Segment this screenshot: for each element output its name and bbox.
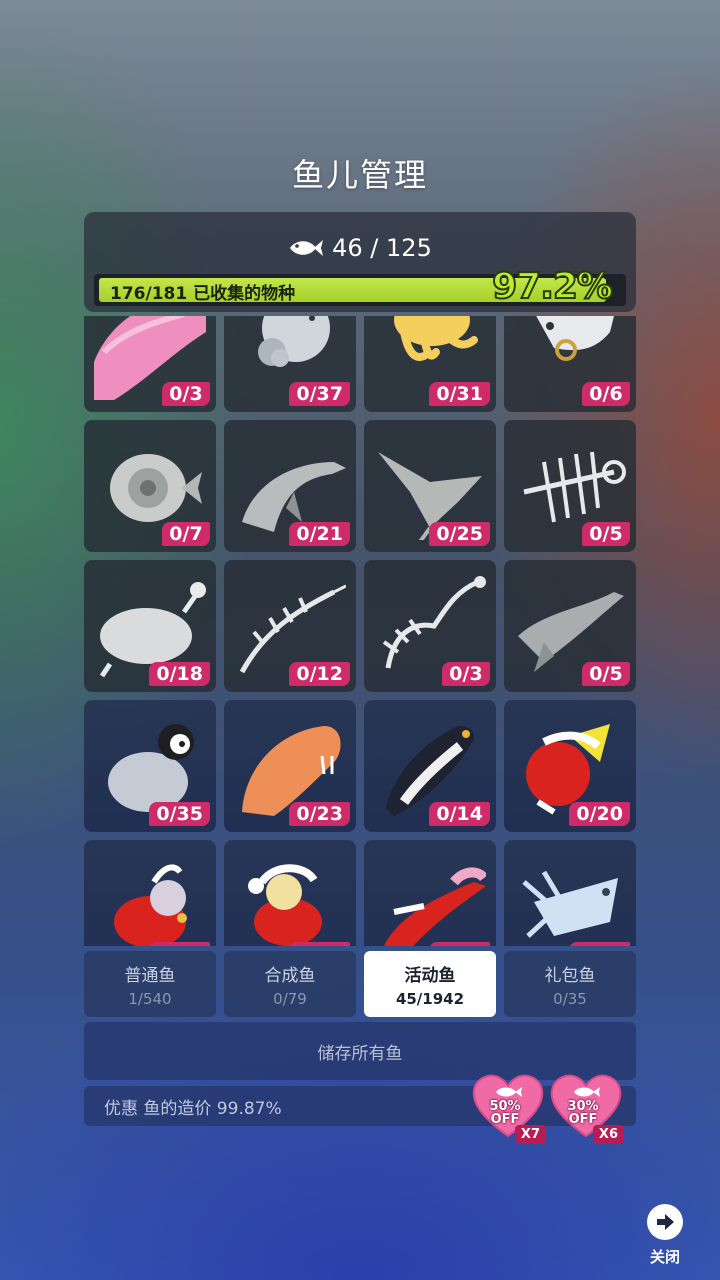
fish-grid-scroll[interactable]: 0/3 0/37 0/31 0/6 0/7 0/21 0/25 0/5 0/18 0/12 0/3 0…	[84, 316, 636, 946]
fish-count-badge: 0/21	[289, 522, 350, 546]
fish-card-dolphin[interactable]: 0/21	[224, 420, 356, 552]
fish-count-badge: 0/6	[582, 382, 630, 406]
fish-count-badge: 0/7	[162, 522, 210, 546]
fish-count-badge: 0/20	[569, 802, 630, 826]
santa-goldfish-image	[248, 864, 322, 946]
fish-count-badge: 0/5	[582, 662, 630, 686]
fish-card-ichthyosaur-skeleton[interactable]: 0/12	[224, 560, 356, 692]
fish-icon	[290, 240, 324, 256]
tab-count: 0/35	[553, 989, 587, 1008]
fish-card-santa-anglerfish[interactable]: 0/35	[84, 840, 216, 946]
tab-label: 普通鱼	[124, 965, 176, 986]
close-button[interactable]: 关闭	[640, 1200, 690, 1266]
ice-fish-image	[522, 870, 618, 938]
fish-count-badge: 0/35	[149, 942, 210, 946]
coupon-percent: 50% OFF	[470, 1100, 540, 1126]
fish-count-badge: 0/25	[429, 522, 490, 546]
discount-text: 优惠 鱼的造价 99.87%	[104, 1098, 282, 1119]
fish-count-badge: 0/12	[289, 662, 350, 686]
tab-count: 0/79	[273, 989, 307, 1008]
category-tabs: 普通鱼 1/540 合成鱼 0/79 活动鱼 45/1942 礼包鱼 0/35	[84, 951, 636, 1017]
santa-dolphin-image	[383, 867, 486, 946]
fish-count-badge: 0/31	[429, 382, 490, 406]
arrow-right-icon	[647, 1204, 683, 1240]
fish-count-badge: 0/22	[569, 942, 630, 946]
coupon-multiplier: X6	[592, 1125, 624, 1144]
coupon-percent: 30% OFF	[548, 1100, 618, 1126]
fish-count-badge: 0/23	[289, 802, 350, 826]
fish-count-badge: 0/3	[162, 382, 210, 406]
fish-card-santa-goldfish[interactable]: 0/27	[224, 840, 356, 946]
coupon-off-label: OFF	[490, 1112, 520, 1127]
santa-anglerfish-image	[114, 864, 187, 946]
fish-card-yellow-jellyfish[interactable]: 0/31	[364, 316, 496, 412]
page-title: 鱼儿管理	[291, 156, 428, 194]
tab-label: 礼包鱼	[544, 965, 596, 986]
fish-card-turtle-skeleton[interactable]: 0/18	[84, 560, 216, 692]
tab-label: 合成鱼	[264, 965, 316, 986]
fish-card-angelfish[interactable]: 0/7	[84, 420, 216, 552]
tab-gift-fish[interactable]: 礼包鱼 0/35	[504, 951, 636, 1017]
fish-count: 46 / 125	[84, 234, 636, 262]
tab-label: 活动鱼	[404, 965, 456, 986]
tab-normal-fish[interactable]: 普通鱼 1/540	[84, 951, 216, 1017]
fish-card-white-duck-fish[interactable]: 0/6	[504, 316, 636, 412]
fish-card-emperor-penguin[interactable]: 0/14	[364, 700, 496, 832]
fish-count-badge: 0/5	[582, 522, 630, 546]
fish-card-walrus[interactable]: 0/23	[224, 700, 356, 832]
fish-card-puffer-fish[interactable]: 0/37	[224, 316, 356, 412]
fish-count-badge: 0/35	[149, 802, 210, 826]
tab-merged-fish[interactable]: 合成鱼 0/79	[224, 951, 356, 1017]
fish-count-badge: 0/27	[289, 942, 350, 946]
fish-card-santa-dolphin[interactable]: 0/20	[364, 840, 496, 946]
fish-card-manta-ray[interactable]: 0/25	[364, 420, 496, 552]
fish-card-baby-penguin[interactable]: 0/35	[84, 700, 216, 832]
fish-count-badge: 0/18	[149, 662, 210, 686]
fish-count-badge: 0/20	[429, 942, 490, 946]
coupon-multiplier: X7	[514, 1125, 546, 1144]
fish-count-text: 46 / 125	[332, 234, 432, 262]
tab-count: 45/1942	[395, 989, 465, 1008]
coupon-30-off[interactable]: 30% OFF X6	[548, 1072, 624, 1144]
fish-card-ice-fish[interactable]: 0/22	[504, 840, 636, 946]
fish-count-badge: 0/14	[429, 802, 490, 826]
tab-event-fish[interactable]: 活动鱼 45/1942	[364, 951, 496, 1017]
fish-count-badge: 0/37	[289, 382, 350, 406]
fish-card-santa-fish[interactable]: 0/20	[504, 700, 636, 832]
coupon-off-label: OFF	[568, 1112, 598, 1127]
species-progress-label: 176/181 已收集的物种	[110, 284, 296, 304]
fish-count-badge: 0/3	[442, 662, 490, 686]
fish-card-sawfish[interactable]: 0/5	[504, 560, 636, 692]
fish-card-fish-skeleton[interactable]: 0/5	[504, 420, 636, 552]
fish-card-plesiosaur-skeleton[interactable]: 0/3	[364, 560, 496, 692]
fish-card-pink-fish[interactable]: 0/3	[84, 316, 216, 412]
species-progress-percent: 97.2%	[491, 265, 614, 308]
collection-summary-panel: 46 / 125 176/181 已收集的物种 97.2%	[84, 212, 636, 312]
close-label: 关闭	[649, 1248, 680, 1266]
species-progress-bar: 176/181 已收集的物种 97.2%	[94, 265, 626, 308]
tab-count: 1/540	[128, 989, 172, 1008]
fish-grid: 0/3 0/37 0/31 0/6 0/7 0/21 0/25 0/5 0/18 0/12 0/3 0…	[84, 316, 636, 946]
coupon-50-off[interactable]: 50% OFF X7	[470, 1072, 546, 1144]
